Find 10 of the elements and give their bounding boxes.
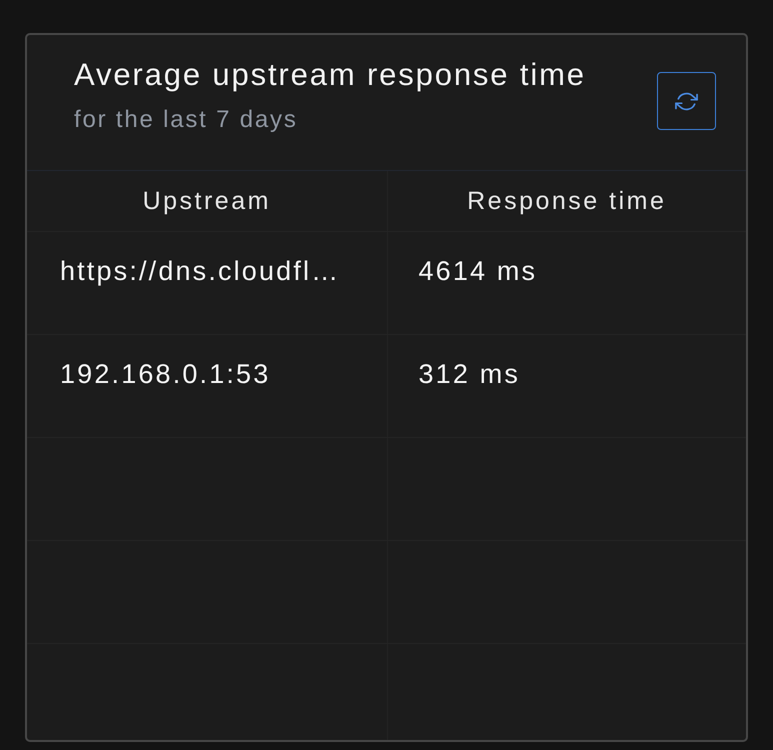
- refresh-icon: [675, 90, 698, 112]
- table-cell: 312 ms: [418, 359, 520, 390]
- table-cell: https://dns.cloudfl…: [60, 256, 340, 287]
- table-cell: 4614 ms: [418, 256, 538, 287]
- card-title: Average upstream response time: [74, 56, 586, 94]
- refresh-button[interactable]: [657, 72, 716, 130]
- card-subtitle: for the last 7 days: [74, 105, 299, 135]
- table-cell: 192.168.0.1:53: [60, 359, 270, 390]
- column-header: Response time: [467, 186, 666, 216]
- column-header: Upstream: [142, 186, 271, 216]
